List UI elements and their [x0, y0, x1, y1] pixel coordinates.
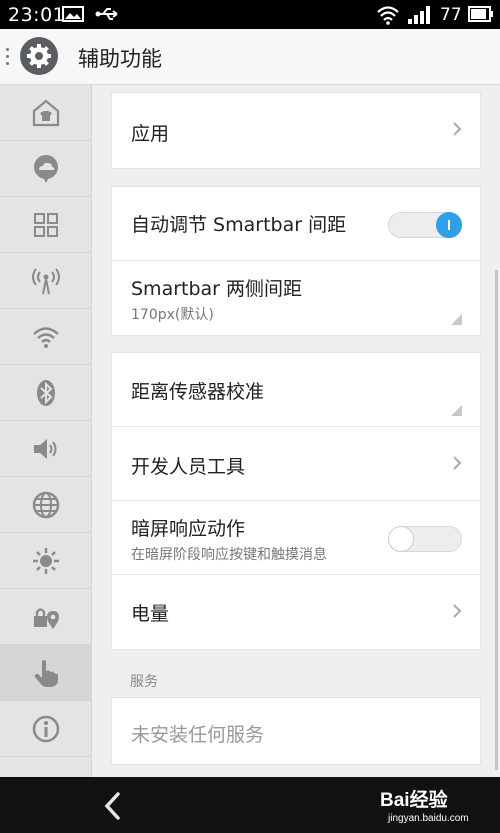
smartbar-auto-row[interactable]: 自动调节 Smartbar 间距: [112, 187, 480, 261]
battery-level: 77: [440, 5, 462, 25]
chevron-right-icon: [453, 604, 462, 618]
apps-label: 应用: [131, 123, 170, 145]
usb-icon: [95, 8, 118, 20]
developer-row[interactable]: 开发人员工具: [112, 427, 480, 501]
smartbar-spacing-value: 170px(默认): [131, 307, 214, 323]
watermark-url: jingyan.baidu.com: [388, 813, 469, 824]
dark-screen-row[interactable]: 暗屏响应动作 在暗屏阶段响应按键和触摸消息: [112, 501, 480, 575]
smartbar-spacing-label: Smartbar 两侧间距: [131, 278, 303, 300]
smartbar-auto-toggle[interactable]: [388, 212, 462, 238]
overflow-dots-icon[interactable]: [6, 48, 10, 68]
sidebar-item-cloud[interactable]: [0, 141, 91, 197]
sidebar-item-language[interactable]: [0, 477, 91, 533]
home-icon: [32, 99, 59, 126]
info-icon: [32, 715, 59, 742]
sidebar-item-accessibility[interactable]: [0, 645, 91, 701]
chat-cloud-icon: [33, 154, 58, 183]
power-row[interactable]: 电量: [112, 575, 480, 649]
sidebar-item-wifi[interactable]: [0, 309, 91, 365]
battery-icon: [468, 6, 493, 22]
developer-label: 开发人员工具: [131, 456, 246, 478]
chevron-right-icon: [453, 122, 462, 136]
back-icon[interactable]: [100, 791, 126, 821]
power-label: 电量: [131, 603, 170, 625]
smartbar-card: 自动调节 Smartbar 间距 Smartbar 两侧间距 170px(默认): [111, 186, 481, 336]
globe-icon: [32, 491, 59, 518]
sidebar-item-display[interactable]: [0, 533, 91, 589]
proximity-row[interactable]: 距离传感器校准: [112, 353, 480, 427]
chevron-right-icon: [453, 456, 462, 470]
sensors-card: 距离传感器校准 开发人员工具 暗屏响应动作 在暗屏阶段响应按键和触摸消息 电量: [111, 352, 481, 650]
status-time: 23:01: [8, 4, 66, 26]
action-bar: 辅助功能: [0, 29, 500, 85]
sidebar-item-apps[interactable]: [0, 197, 91, 253]
proximity-label: 距离传感器校准: [131, 381, 265, 403]
dropdown-corner-icon: [451, 314, 462, 325]
lock-location-icon: [33, 607, 59, 629]
services-card: 未安装任何服务: [111, 697, 481, 765]
sidebar-item-home[interactable]: [0, 85, 91, 141]
wifi-icon: [32, 326, 59, 348]
apps-card: 应用: [111, 92, 481, 169]
sidebar: [0, 85, 92, 777]
status-bar: 23:01 77: [0, 0, 500, 29]
scrollbar[interactable]: [495, 270, 498, 770]
dark-screen-label: 暗屏响应动作: [131, 518, 246, 540]
page-title: 辅助功能: [78, 47, 162, 71]
watermark: Bai经验 jingyan.baidu.com: [380, 785, 469, 824]
speaker-icon: [33, 438, 56, 459]
dark-screen-toggle[interactable]: [388, 526, 462, 552]
watermark-brand: Bai经验: [380, 790, 448, 811]
no-services-row: 未安装任何服务: [112, 698, 480, 764]
dropdown-corner-icon: [451, 405, 462, 416]
settings-list[interactable]: 应用 自动调节 Smartbar 间距 Smartbar 两侧间距 170px(…: [93, 85, 500, 777]
gear-icon[interactable]: [20, 37, 58, 75]
sidebar-item-bluetooth[interactable]: [0, 365, 91, 421]
navigation-bar: Bai经验 jingyan.baidu.com: [0, 777, 500, 833]
sidebar-item-security[interactable]: [0, 589, 91, 645]
smartbar-auto-label: 自动调节 Smartbar 间距: [131, 214, 347, 236]
services-header: 服务: [130, 674, 158, 690]
grid-icon: [33, 212, 58, 237]
dark-screen-sub: 在暗屏阶段响应按键和触摸消息: [131, 547, 327, 563]
sidebar-item-mobile-network[interactable]: [0, 253, 91, 309]
hand-pointer-icon: [34, 659, 58, 687]
signal-icon: [408, 6, 430, 24]
brightness-icon: [32, 547, 59, 574]
image-icon: [62, 6, 84, 22]
sidebar-item-sound[interactable]: [0, 421, 91, 477]
sidebar-item-about[interactable]: [0, 701, 91, 757]
broadcast-icon: [31, 267, 60, 294]
smartbar-spacing-row[interactable]: Smartbar 两侧间距 170px(默认): [112, 261, 480, 335]
apps-row[interactable]: 应用: [112, 93, 480, 168]
no-services-label: 未安装任何服务: [131, 724, 265, 746]
bluetooth-icon: [36, 379, 55, 406]
wifi-icon: [377, 6, 399, 25]
